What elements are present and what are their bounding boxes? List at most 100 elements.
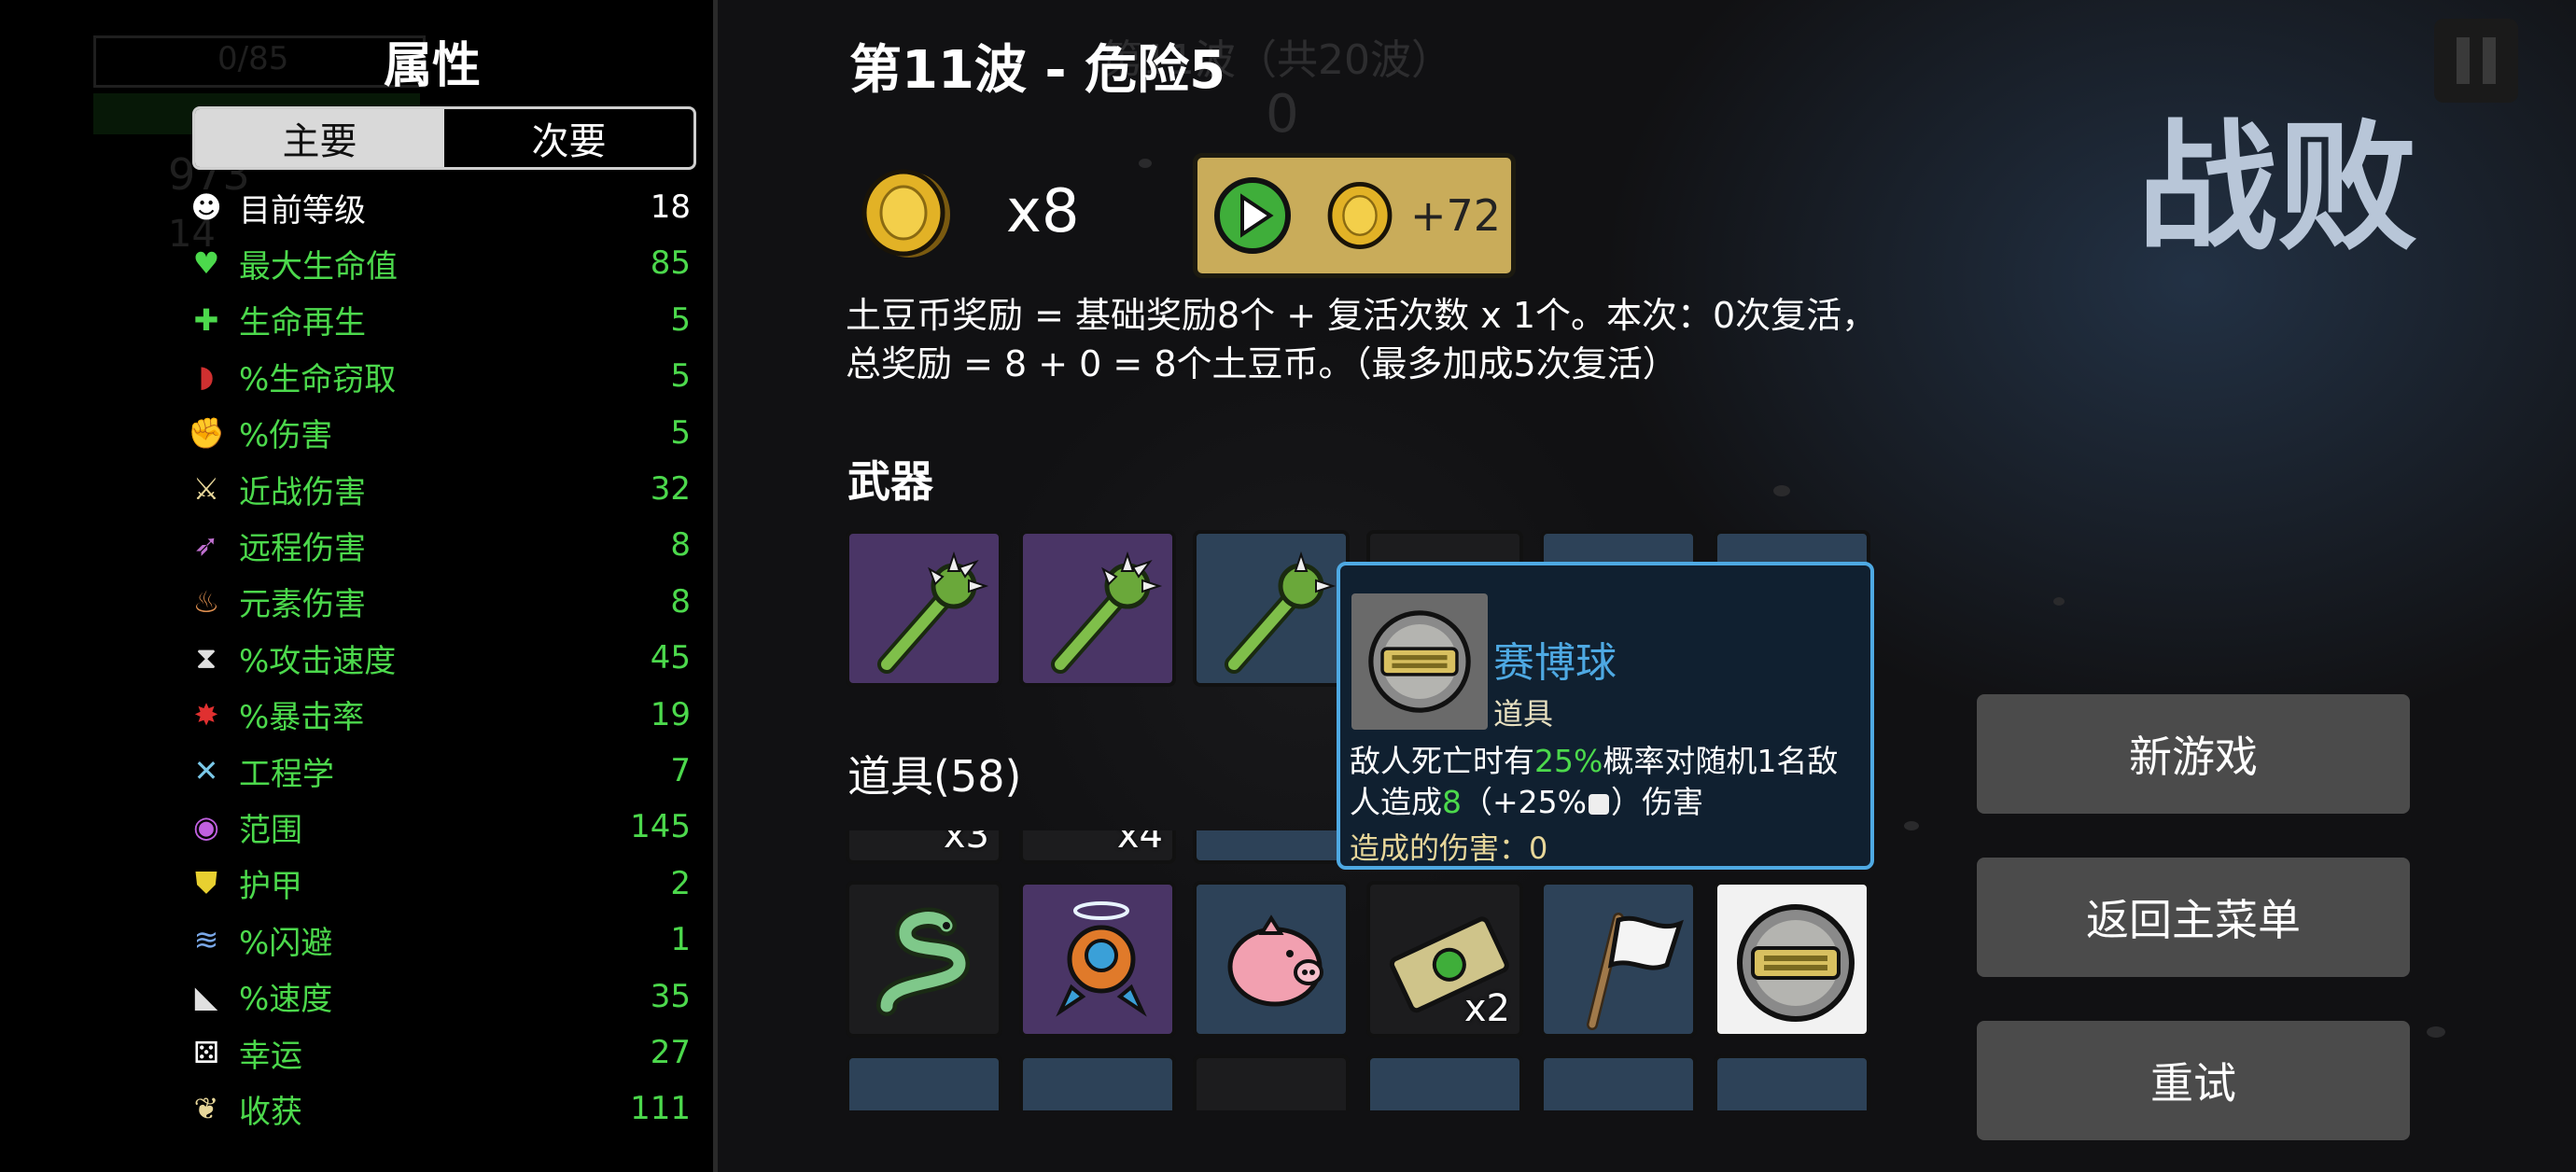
spiked-club-icon (1051, 551, 1163, 674)
stat-value: 145 (630, 808, 691, 846)
stat-label: 目前等级 (239, 191, 366, 230)
item-quantity: x2 (1463, 987, 1510, 1030)
stat-row[interactable]: ◗ %生命窃取 5 (187, 348, 691, 404)
stat-value: 19 (650, 695, 691, 733)
flame-icon: ♨ (192, 583, 220, 620)
watch-ad-button[interactable]: +72 (1193, 153, 1516, 278)
range-icon: ◉ (193, 809, 219, 845)
stat-value: 1 (670, 921, 691, 959)
damage-icon: ✊ (188, 414, 225, 451)
item-slot[interactable] (1714, 1054, 1870, 1110)
ground-speck (2427, 1026, 2445, 1038)
item-tooltip: 赛博球 道具 敌人死亡时有25%概率对随机1名敌 人造成8（+25% ）伤害 造成… (1337, 562, 1874, 870)
retry-button[interactable]: 重试 (1977, 1021, 2410, 1140)
stat-row[interactable]: ✕ 工程学 7 (187, 743, 691, 799)
stat-row[interactable]: ≋ %闪避 1 (187, 912, 691, 968)
stat-value: 27 (650, 1034, 691, 1071)
item-slot[interactable] (1193, 830, 1350, 864)
stat-row[interactable]: ⚄ 幸运 27 (187, 1025, 691, 1081)
stat-row[interactable]: ⚔ 近战伤害 32 (187, 461, 691, 517)
stat-label: 最大生命值 (239, 247, 398, 286)
stat-value: 8 (670, 526, 691, 565)
item-slot[interactable] (1366, 1054, 1523, 1110)
play-icon (1214, 177, 1291, 254)
stat-value: 2 (670, 864, 691, 902)
stat-row[interactable]: ✚ 生命再生 5 (187, 292, 691, 348)
item-slot[interactable] (1540, 1054, 1697, 1110)
stat-label: 范围 (239, 811, 302, 849)
item-slot[interactable] (1540, 881, 1697, 1038)
item-slot[interactable] (846, 1054, 1002, 1110)
stat-row[interactable]: ♨ 元素伤害 8 (187, 574, 691, 630)
stat-label: 远程伤害 (239, 529, 366, 567)
stat-row[interactable]: ♥ 最大生命值 85 (187, 235, 691, 291)
tooltip-damage-dealt: 造成的伤害：0 (1350, 830, 1548, 866)
stat-value: 5 (670, 300, 691, 339)
stat-row[interactable]: ✊ %伤害 5 (187, 405, 691, 461)
coin-multiplier: x8 (1006, 177, 1080, 246)
pause-icon (2457, 37, 2470, 84)
stat-row[interactable]: ⧗ %攻击速度 45 (187, 630, 691, 686)
white-flag-icon (1587, 913, 1684, 1030)
boot-icon: ◣ (194, 978, 218, 1014)
weapon-slot[interactable] (1193, 530, 1350, 687)
stat-value: 5 (670, 357, 691, 396)
item-slot[interactable]: x3 (846, 830, 1002, 864)
stat-label: 元素伤害 (239, 586, 366, 624)
tab-secondary[interactable]: 次要 (444, 109, 693, 167)
defeat-title: 战败 (2137, 107, 2418, 270)
stat-row[interactable]: ◉ 范围 145 (187, 799, 691, 855)
pause-icon-bar (2483, 37, 2496, 84)
item-slot[interactable] (846, 881, 1002, 1038)
stat-label: 幸运 (239, 1037, 302, 1075)
stat-row[interactable]: ◣ %速度 35 (187, 969, 691, 1025)
item-slot-selected[interactable] (1714, 881, 1870, 1038)
cyberball-icon (1737, 904, 1855, 1022)
item-slot[interactable] (1193, 1054, 1350, 1110)
stat-value: 5 (670, 413, 691, 452)
ground-speck (2053, 597, 2065, 606)
weapon-slot[interactable] (846, 530, 1002, 687)
stat-label: 生命再生 (239, 304, 366, 342)
stat-row[interactable]: ➶ 远程伤害 8 (187, 517, 691, 573)
crit-icon: ✸ (193, 696, 219, 732)
pause-button[interactable] (2434, 19, 2518, 103)
main-menu-button[interactable]: 返回主菜单 (1977, 858, 2410, 977)
stat-row[interactable]: ✸ %暴击率 19 (187, 687, 691, 743)
potato-coin-icon (861, 169, 950, 258)
dice-icon: ⚄ (193, 1035, 219, 1070)
item-slot[interactable] (1019, 881, 1176, 1038)
stat-row[interactable]: ☻ 目前等级 18 (187, 179, 691, 235)
stat-value: 111 (630, 1090, 691, 1128)
item-slot[interactable]: x4 (1019, 830, 1176, 864)
weapon-slot[interactable] (1019, 530, 1176, 687)
background-timer: 0 (1266, 84, 1299, 145)
stat-row[interactable]: ⛊ 护甲 2 (187, 856, 691, 912)
luck-dice-icon (1589, 793, 1609, 815)
item-slot[interactable]: x2 (1366, 881, 1523, 1038)
ground-speck (1773, 485, 1790, 496)
new-game-button[interactable]: 新游戏 (1977, 694, 2410, 814)
regen-icon: ✚ (193, 301, 219, 338)
shield-icon: ⛊ (194, 865, 217, 901)
item-slot[interactable] (1019, 1054, 1176, 1110)
tab-primary[interactable]: 主要 (195, 109, 444, 167)
stat-value: 8 (670, 582, 691, 621)
stats-tabs: 主要 次要 (192, 106, 696, 170)
panel-divider (713, 0, 718, 1172)
stat-row[interactable]: ❦ 收获 111 (187, 1081, 691, 1137)
stat-value: 85 (650, 244, 691, 283)
item-slot[interactable] (1193, 881, 1350, 1038)
bow-icon: ➶ (193, 527, 219, 564)
stats-title: 属性 (383, 38, 481, 94)
stat-label: %攻击速度 (239, 642, 397, 680)
stat-label: 近战伤害 (239, 473, 366, 511)
spiked-club-icon (877, 551, 989, 674)
snake-icon (876, 907, 970, 1016)
stat-value: 32 (650, 470, 691, 508)
alien-ship-icon (1056, 901, 1147, 1017)
tooltip-description: 敌人死亡时有25%概率对随机1名敌 人造成8（+25% ）伤害 (1350, 743, 1839, 820)
wave-title: 第11波 - 危险5 (849, 40, 1226, 101)
piggy-bank-icon (1227, 914, 1323, 1007)
level-icon: ☻ (190, 189, 222, 225)
